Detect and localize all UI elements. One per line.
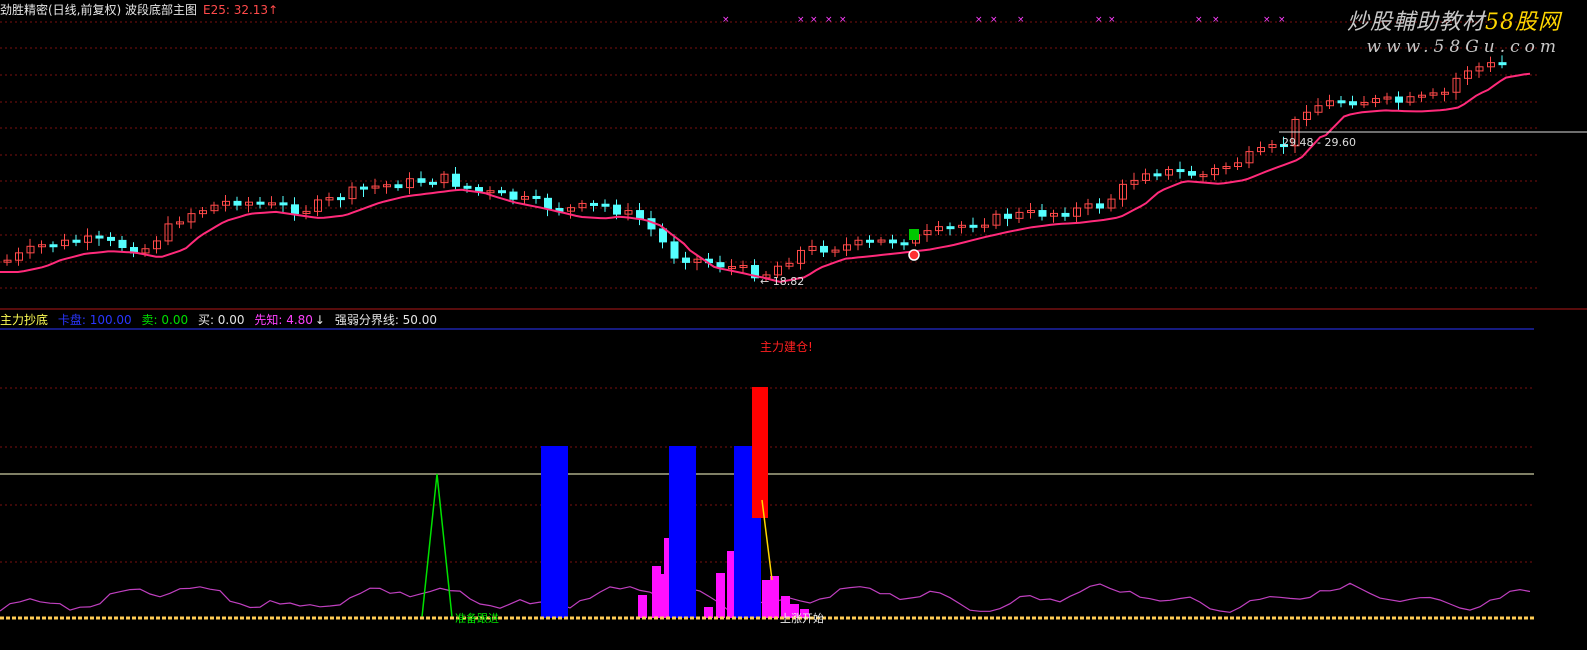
candle-body (532, 195, 541, 199)
cross-marker-icon: × (975, 15, 983, 25)
candle-body (1153, 173, 1162, 177)
candle-body (1038, 210, 1047, 217)
candle-body (1337, 100, 1346, 104)
cross-marker-icon: × (797, 15, 805, 25)
candle-body (820, 245, 828, 253)
histogram-bar (704, 607, 713, 618)
strength-line-label: 强弱分界线: 50.00 (334, 313, 438, 327)
upper-panel-header: 劲胜精密(日线,前复权) 波段底部主图 E25: 32.13↑ (0, 1, 278, 18)
down-arrow-icon: ↓ (314, 313, 325, 327)
candle-body (72, 239, 81, 243)
candle-body (1349, 101, 1357, 106)
candle-body (417, 178, 426, 183)
watermark: 炒股輔助教材58股网 www.58Gu.com (1347, 4, 1561, 57)
candle-body (946, 226, 955, 230)
lower-panel-title: 主力抄底 (0, 313, 49, 327)
cross-marker-icon: × (1278, 15, 1286, 25)
histogram-bar (716, 573, 725, 618)
position-block (541, 446, 568, 618)
candle-body (866, 239, 874, 243)
cross-marker-icon: × (839, 15, 847, 25)
green-spike-line (421, 473, 453, 618)
candle-body (1188, 171, 1196, 176)
green-annotation: 准备跟进 (455, 611, 499, 625)
position-block (669, 446, 696, 618)
white-annotation: 上涨开始 (780, 611, 824, 625)
candle-body (1061, 212, 1070, 217)
ma-line (0, 72, 1531, 283)
candle-body (969, 224, 978, 228)
lower-panel-header: 主力抄底 卡盘: 100.00 卖: 0.00 买: 0.00 先知: 4.80… (0, 311, 443, 328)
candle-body (590, 202, 598, 206)
foreknow-label: 先知: 4.80 (254, 313, 313, 327)
cross-marker-icon: × (825, 15, 833, 25)
candle-body (394, 184, 403, 189)
candle-body (337, 197, 345, 201)
candle-body (95, 235, 104, 239)
candle-body (1498, 62, 1507, 66)
cross-marker-icon: × (1017, 15, 1025, 25)
candle-body (716, 262, 725, 268)
candle-body (233, 200, 242, 206)
candle-body (659, 228, 667, 243)
candle-body (291, 204, 299, 214)
candle-body (670, 241, 679, 259)
candle-body (475, 187, 483, 192)
buy-label: 买: 0.00 (197, 313, 245, 327)
ma-value-label: E25: 32.13 (203, 3, 269, 17)
watermark-url: www.58Gu.com (1366, 37, 1561, 57)
candle-body (1096, 203, 1104, 209)
candle-body (889, 239, 897, 244)
candle-body (463, 185, 472, 189)
green-signal-icon (909, 229, 919, 240)
low-price-label: ← 18.82 (760, 275, 804, 288)
candle-body (601, 203, 610, 207)
sell-label: 卖: 0.00 (141, 313, 189, 327)
candle-body (452, 173, 460, 187)
holdings-label: 卡盘: 100.00 (57, 313, 132, 327)
cross-marker-icon: × (1212, 15, 1220, 25)
candle-body (49, 244, 58, 248)
candle-body (636, 210, 644, 220)
histogram-bar (638, 595, 647, 618)
warning-label: 主力建仓! (760, 340, 813, 354)
candle-body (1395, 96, 1403, 103)
candle-body (118, 239, 127, 249)
candle-body (1176, 169, 1185, 173)
candle-body (900, 242, 909, 246)
candle-body (613, 204, 621, 215)
cross-marker-icon: × (1263, 15, 1271, 25)
candle-body (509, 191, 518, 200)
buy-signal-icon (908, 249, 920, 261)
candle-body (544, 197, 552, 210)
cross-marker-icon: × (722, 15, 730, 25)
candle-body (279, 202, 288, 206)
cross-marker-icon: × (810, 15, 818, 25)
candle-body (429, 181, 437, 185)
cross-marker-icon: × (1108, 15, 1116, 25)
candle-body (107, 236, 115, 241)
main-force-bar (752, 387, 768, 518)
watermark-highlight: 58股网 (1485, 10, 1561, 35)
range-label: 29.48 - 29.60 (1282, 136, 1356, 149)
candle-body (360, 186, 368, 190)
histogram-bar (770, 576, 779, 618)
candle-body (1004, 213, 1012, 219)
cross-marker-icon: × (1195, 15, 1203, 25)
candle-body (498, 190, 506, 194)
watermark-title: 炒股輔助教材 (1346, 10, 1485, 35)
cross-marker-icon: × (990, 15, 998, 25)
indicator-name: 劲胜精密(日线,前复权) 波段底部主图 (0, 3, 197, 17)
histogram-bar (652, 566, 661, 618)
up-arrow-icon: ↑ (268, 3, 279, 17)
histogram-bar (762, 580, 771, 618)
candle-body (256, 201, 265, 205)
cross-marker-icon: × (1095, 15, 1103, 25)
candle-body (682, 257, 690, 263)
